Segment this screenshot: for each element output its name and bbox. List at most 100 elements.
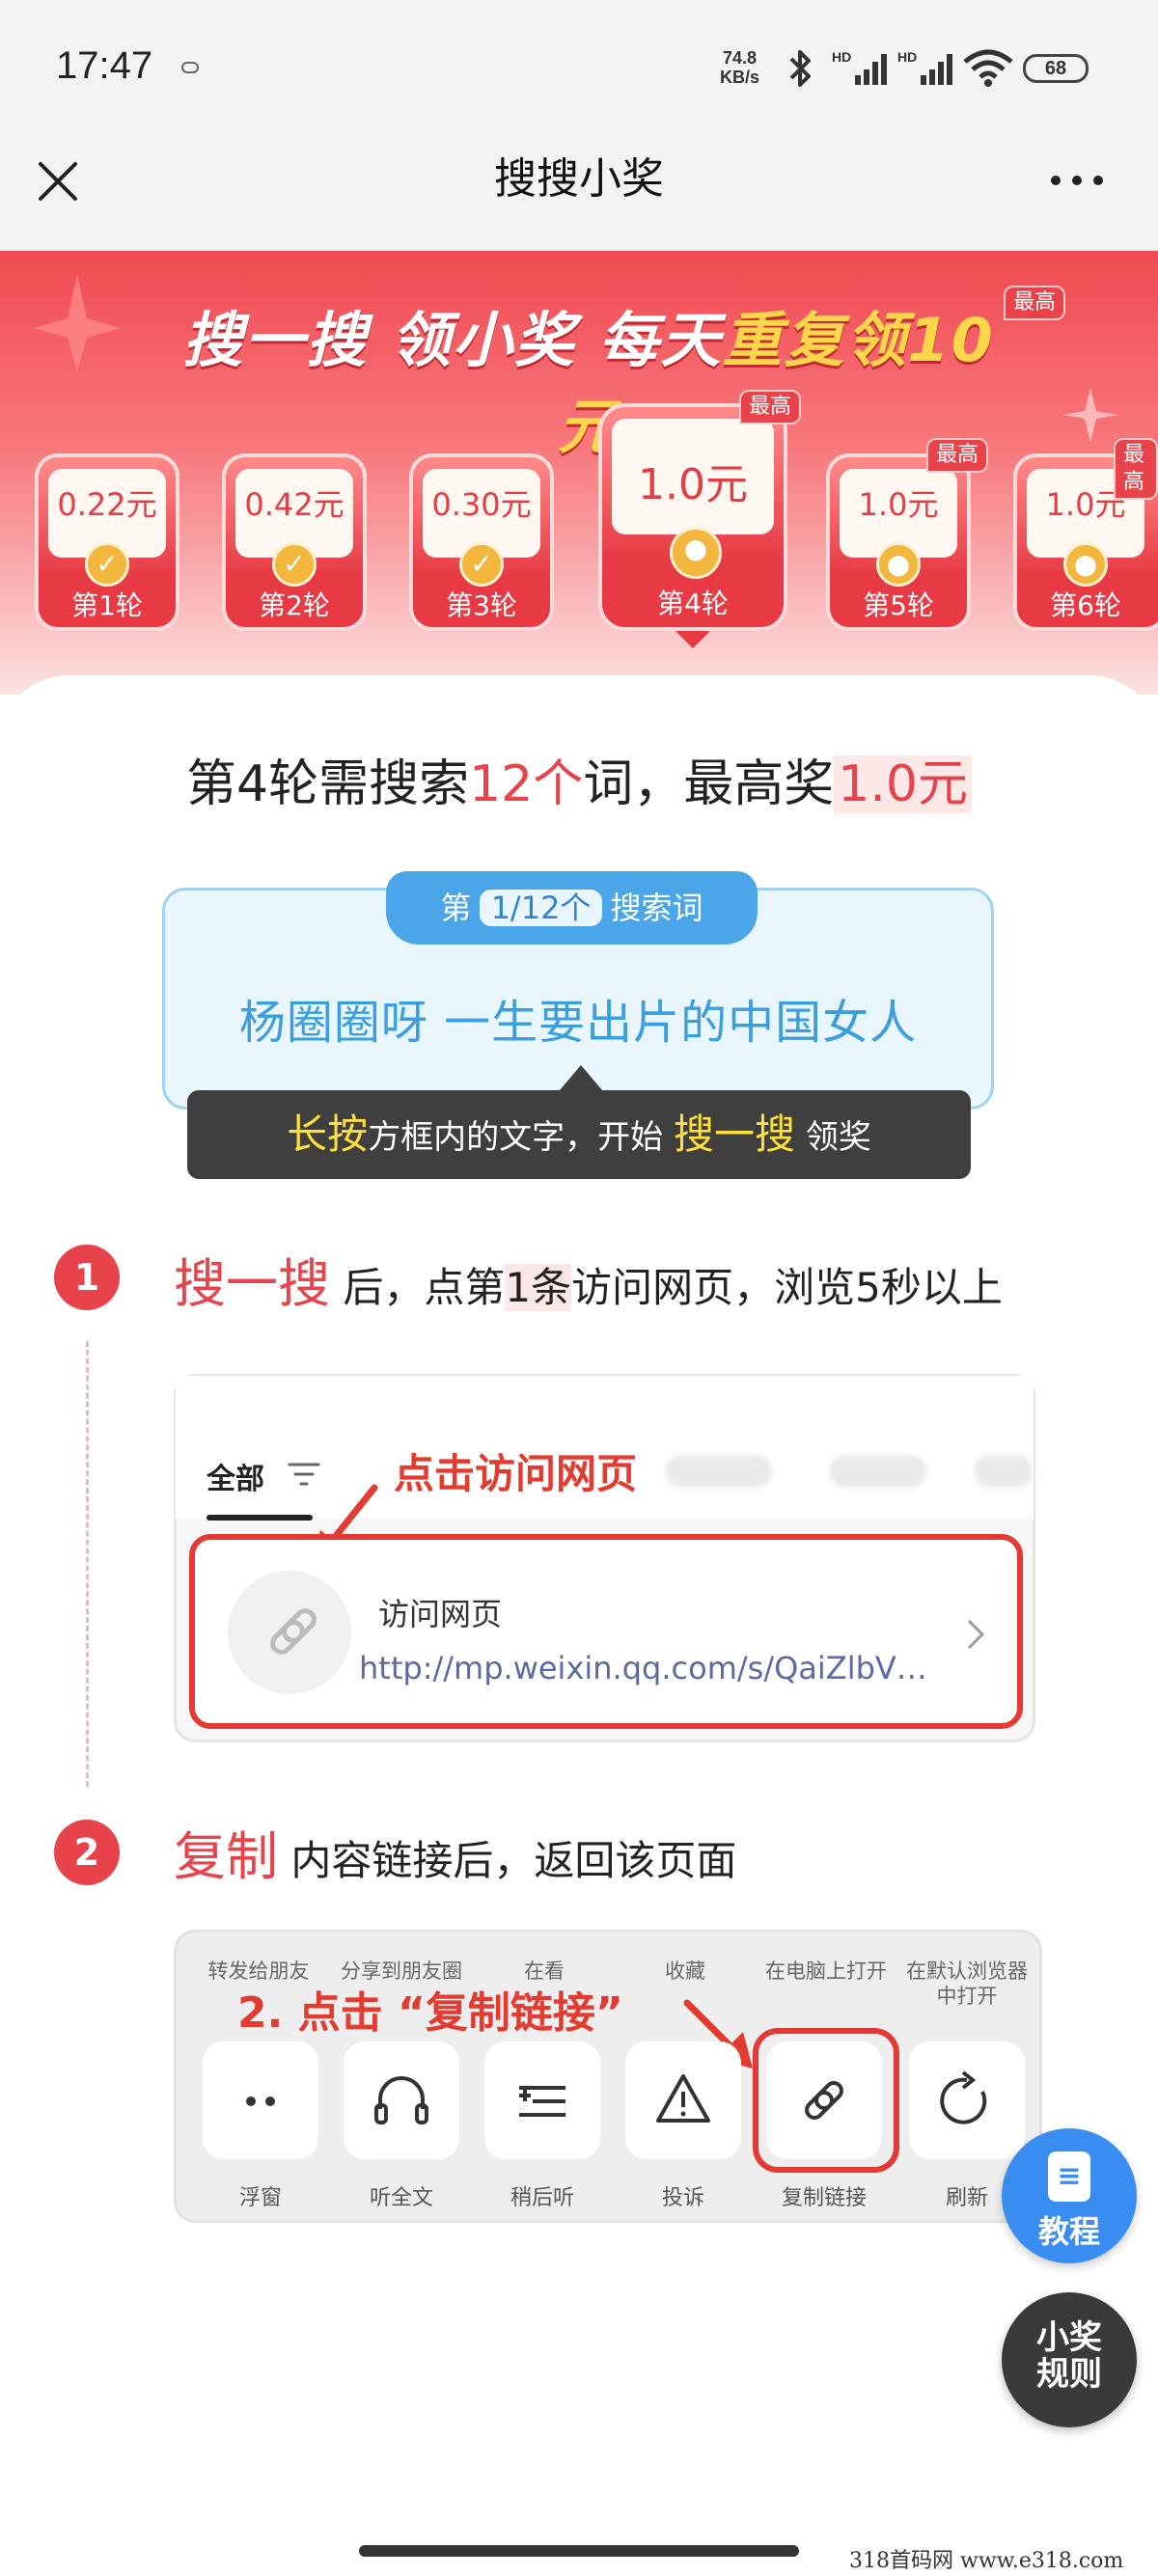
step-1-text: 搜一搜 后，点第1条访问网页，浏览5秒以上 [174,1241,1003,1317]
wechat-coin-icon: ● [670,527,722,579]
hd-label-2: HD [897,49,917,65]
tip-long-press: 长按 [287,1110,369,1158]
network-speed: 74.8 KB/s [720,48,759,87]
step-1-t1: 后，点第 [330,1264,506,1311]
more-icon[interactable] [1048,166,1106,195]
page-title: 搜搜小奖 [494,154,664,204]
rules-button[interactable]: 小奖 规则 [1002,2292,1137,2427]
tip-text: 方框内的文字，开始 [368,1118,664,1157]
check-icon: ✓ [85,542,129,587]
wechat-coin-icon: ● [1063,542,1108,587]
sparkle-decoration [29,270,125,376]
round-label: 第2轮 [259,589,330,621]
round-amount: 0.22元 [57,486,157,523]
headphones-icon [344,2042,459,2159]
tab-underline [207,1515,313,1521]
signal-icon-2: HD [897,48,961,89]
share-label: 在电脑上打开 [765,1959,887,1983]
document-icon: ≡ [1048,2151,1090,2202]
share-label: 收藏 [665,1959,705,1983]
round-card-5[interactable]: 1.0元 ● 第5轮 [826,453,971,631]
rules-label-2: 规则 [1036,2355,1102,2394]
blurred-tab [666,1455,772,1488]
max-badge: 最高 [1004,286,1066,320]
round-amount: 0.30元 [431,486,532,523]
check-icon: ✓ [272,542,317,587]
home-indicator[interactable] [359,2545,799,2557]
net-speed-unit: KB/s [720,68,760,87]
long-press-tooltip: 长按方框内的文字，开始 搜一搜 领奖 [187,1090,971,1179]
round-label: 第3轮 [446,589,517,621]
cloud-icon [181,62,199,73]
copy-link-highlight [753,2028,899,2173]
round-info: 第4轮需搜索12个词，最高奖1.0元 [0,743,1158,815]
round-card-4-current[interactable]: 1.0元 ● 第4轮 [598,403,787,631]
keyword-progress: 1/12个 [479,890,603,926]
current-round-pointer [676,631,710,648]
step-2-highlight: 复制 [174,1826,278,1887]
round-info-middle: 词，最高奖 [583,755,835,813]
max-badge: 最高 [1114,438,1158,500]
chevron-right-icon [965,1617,986,1652]
signal-icon-1: HD [832,48,896,89]
tutorial-button[interactable]: ≡ 教程 [1002,2128,1137,2263]
step-2-rest: 内容链接后，返回该页面 [278,1837,737,1884]
round-amount: 1.0元 [638,460,748,509]
menu-label: 投诉 [661,2186,704,2210]
dots-icon [203,2042,318,2159]
max-badge: 最高 [926,438,989,473]
screen: { "status_bar": {"time": "17:47", "net_s… [0,0,1158,2576]
step-1-t3: 访问网页，浏览5秒以上 [571,1264,1003,1311]
hero-title: 搜一搜 领小奖 每天重复领10元 [154,291,1023,465]
step-1-badge: 1 [54,1245,120,1310]
round-label: 第5轮 [863,589,934,621]
round-card-1[interactable]: 0.22元 ✓ 第1轮 [35,453,179,631]
warning-icon [625,2042,741,2159]
round-info-count: 12个 [469,755,584,813]
battery-indicator: 68 [1023,54,1089,83]
round-label: 第1轮 [71,589,143,621]
max-badge: 最高 [739,390,802,425]
click-visit-hint: 点击访问网页 [394,1450,638,1497]
tab-all: 全部 [207,1463,264,1496]
hd-label-1: HD [832,49,851,65]
round-amount: 1.0元 [858,486,939,523]
tip-search: 搜一搜 [674,1110,796,1158]
status-time: 17:47 [56,44,153,87]
rules-label-1: 小奖 [1036,2318,1102,2357]
copy-link-hint: 2. 点击 “复制链接” [237,1988,623,2038]
sparkle-decoration-2 [1062,386,1119,444]
refresh-icon [909,2042,1025,2159]
result-title: 访问网页 [378,1596,503,1632]
watermark: 318首码网 www.e318.com [849,2543,1124,2574]
step-1-highlight: 搜一搜 [174,1253,330,1314]
blurred-tab [830,1455,926,1488]
net-speed-value: 74.8 [722,48,758,68]
keyword-tab-prefix: 第 [440,890,472,926]
round-card-3[interactable]: 0.30元 ✓ 第3轮 [409,453,554,631]
step-1-t2: 1条 [505,1264,572,1311]
round-label: 第6轮 [1050,589,1121,621]
step-2-text: 复制 内容链接后，返回该页面 [174,1814,736,1890]
round-info-max: 1.0元 [834,755,972,813]
round-amount: 0.42元 [244,486,345,523]
menu-label: 浮窗 [238,2186,282,2210]
step-connector [86,1341,89,1787]
step-2-badge: 2 [54,1820,120,1885]
playlist-icon [484,2042,600,2159]
close-icon[interactable] [35,158,81,205]
link-icon [228,1571,351,1694]
keyword-progress-tab: 第 1/12个 搜索词 [386,871,758,945]
blurred-tab [975,1455,1033,1488]
wechat-coin-icon: ● [876,542,921,587]
share-label: 在默认浏览器中打开 [906,1959,1028,2008]
hero-title-part1: 搜一搜 领小奖 每天 [182,305,723,375]
tooltip-arrow [560,1065,602,1090]
round-info-prefix: 第4轮需搜索 [186,755,470,813]
round-label: 第4轮 [657,588,729,619]
round-card-2[interactable]: 0.42元 ✓ 第2轮 [222,453,367,631]
menu-label: 稍后听 [510,2186,574,2210]
tip-claim: 领奖 [805,1118,871,1157]
bluetooth-icon [784,48,818,89]
keyword-text[interactable]: 杨圈圈呀 一生要出片的中国女人 [162,984,994,1052]
